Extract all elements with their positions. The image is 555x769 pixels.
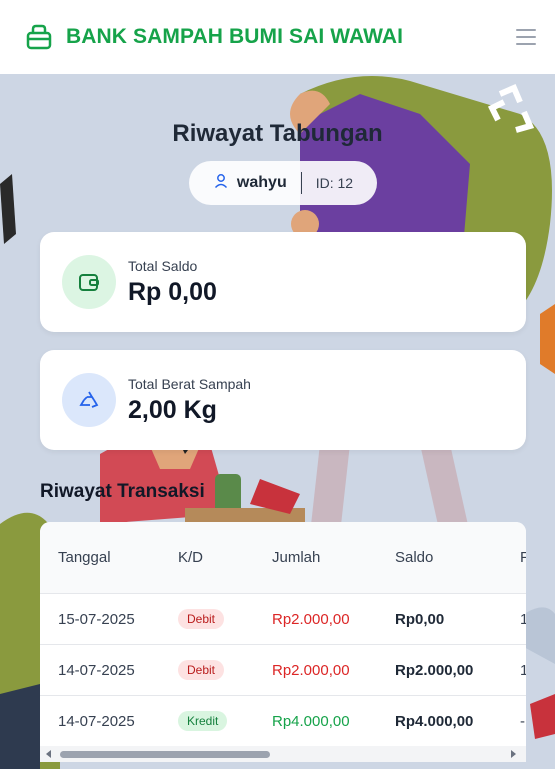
user-icon	[213, 173, 229, 194]
cell-jumlah: Rp2.000,00	[272, 661, 350, 679]
cell-saldo: Rp0,00	[395, 610, 445, 628]
recycle-icon	[62, 373, 116, 427]
scrollbar-thumb[interactable]	[60, 751, 270, 758]
col-header-tanggal: Tanggal	[58, 549, 111, 566]
cell-jumlah: Rp4.000,00	[272, 712, 350, 730]
bag-icon	[24, 22, 54, 52]
app-header: BANK SAMPAH BUMI SAI WAWAI	[0, 0, 555, 74]
col-header-kd: K/D	[178, 549, 204, 566]
debit-badge: Debit	[178, 609, 225, 629]
chip-separator	[300, 172, 302, 194]
total-saldo-value: Rp 0,00	[128, 277, 217, 306]
cell-saldo: Rp2.000,00	[395, 661, 474, 679]
total-berat-card: Total Berat Sampah 2,00 Kg	[40, 350, 526, 450]
cell-saldo: Rp4.000,00	[395, 712, 474, 730]
col-header-extra: F	[520, 549, 526, 566]
scroll-right-icon[interactable]	[511, 750, 516, 758]
table-header-row: Tanggal K/D Jumlah Saldo F	[40, 522, 526, 594]
col-header-jumlah: Jumlah	[272, 549, 321, 566]
table-row: 15-07-2025 Debit Rp2.000,00 Rp0,00 1	[40, 594, 526, 645]
cell-type: Kredit	[178, 711, 228, 731]
table-row: 14-07-2025 Kredit Rp4.000,00 Rp4.000,00 …	[40, 696, 526, 747]
page-title: Riwayat Tabungan	[172, 120, 383, 147]
table-row: 14-07-2025 Debit Rp2.000,00 Rp2.000,00 1	[40, 645, 526, 696]
user-info-chip: wahyu ID: 12	[189, 161, 377, 205]
cell-type: Debit	[178, 609, 225, 629]
debit-badge: Debit	[178, 660, 225, 680]
user-id: ID: 12	[315, 175, 354, 191]
transactions-title: Riwayat Transaksi	[40, 481, 205, 502]
total-saldo-label: Total Saldo	[128, 257, 198, 274]
hamburger-menu-icon[interactable]	[511, 22, 541, 52]
cell-jumlah: Rp2.000,00	[272, 610, 350, 628]
kredit-badge: Kredit	[178, 711, 228, 731]
scroll-left-icon[interactable]	[46, 750, 51, 758]
wallet-icon	[62, 255, 116, 309]
cell-extra: 1	[520, 610, 526, 628]
total-berat-value: 2,00 Kg	[128, 395, 217, 424]
col-header-saldo: Saldo	[395, 549, 434, 566]
total-berat-label: Total Berat Sampah	[128, 375, 251, 392]
horizontal-scrollbar[interactable]	[40, 746, 526, 762]
transactions-table[interactable]: Tanggal K/D Jumlah Saldo F 15-07-2025 De…	[40, 522, 526, 762]
total-saldo-card: Total Saldo Rp 0,00	[40, 232, 526, 332]
cell-tanggal: 14-07-2025	[58, 661, 135, 679]
cell-tanggal: 14-07-2025	[58, 712, 135, 730]
cell-tanggal: 15-07-2025	[58, 610, 135, 628]
cell-extra: 1	[520, 661, 526, 679]
cell-type: Debit	[178, 660, 225, 680]
user-name: wahyu	[236, 174, 287, 191]
cell-extra: -	[520, 712, 525, 730]
brand-title[interactable]: BANK SAMPAH BUMI SAI WAWAI	[66, 25, 511, 49]
